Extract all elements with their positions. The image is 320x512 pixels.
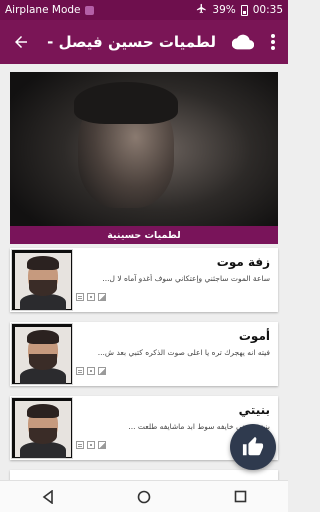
- airplane-mode-label: Airplane Mode: [5, 4, 81, 16]
- item-icons: [76, 293, 106, 301]
- lyrics-icon: [76, 293, 84, 301]
- lyrics-icon: [76, 367, 84, 375]
- banner-caption: لطميات حسينية: [10, 226, 278, 244]
- battery-percent: 39%: [212, 4, 236, 16]
- system-nav-bar: [0, 480, 288, 512]
- content-list[interactable]: لطميات حسينية زفة موت ساعة الموت ساجثني …: [0, 64, 288, 480]
- lyrics-icon: [76, 441, 84, 449]
- battery-icon: [240, 4, 248, 16]
- thumbnail-image: [11, 249, 73, 311]
- list-item[interactable]: زفة موت ساعة الموت ساجثني وإعتكاني سوف أ…: [10, 248, 278, 312]
- notification-icon: [84, 5, 94, 15]
- banner-image[interactable]: لطميات حسينية: [10, 72, 278, 244]
- thumbnail-image: [11, 397, 73, 459]
- item-title: زفة موت: [216, 255, 270, 269]
- item-icons: [76, 367, 106, 375]
- clock: 00:35: [252, 4, 283, 16]
- item-title: أموت: [238, 329, 270, 343]
- thumbnail-image: [11, 323, 73, 385]
- more-vert-icon[interactable]: [258, 20, 288, 64]
- radio-icon: [87, 367, 95, 375]
- banner-portrait-hair: [74, 82, 178, 124]
- back-triangle-icon[interactable]: [28, 481, 68, 512]
- app-bar: لطميات حسين فيصل - ا...: [0, 20, 288, 64]
- image-icon: [98, 367, 106, 375]
- home-circle-icon[interactable]: [124, 481, 164, 512]
- radio-icon: [87, 293, 95, 301]
- image-icon: [98, 441, 106, 449]
- item-title: بنيتي: [238, 403, 270, 417]
- airplane-icon: [196, 3, 207, 17]
- status-bar: Airplane Mode 39% 00:35: [0, 0, 288, 20]
- like-fab-button[interactable]: [230, 424, 276, 470]
- thumbs-up-icon: [242, 436, 264, 456]
- recents-square-icon[interactable]: [220, 481, 260, 512]
- cloud-icon[interactable]: [228, 20, 258, 64]
- item-subtitle: ساعة الموت ساجثني وإعتكاني سوف أغدو آماه…: [102, 274, 270, 283]
- item-icons: [76, 441, 106, 449]
- list-item[interactable]: أموت فيته انه يهجرك تره يا اعلى صوت الذك…: [10, 322, 278, 386]
- image-icon: [98, 293, 106, 301]
- item-subtitle: فيته انه يهجرك تره يا اعلى صوت الذكره كت…: [97, 348, 270, 357]
- back-arrow-icon[interactable]: [0, 20, 42, 64]
- page-title: لطميات حسين فيصل - ا...: [42, 33, 216, 51]
- list-item[interactable]: [10, 470, 278, 480]
- radio-icon: [87, 441, 95, 449]
